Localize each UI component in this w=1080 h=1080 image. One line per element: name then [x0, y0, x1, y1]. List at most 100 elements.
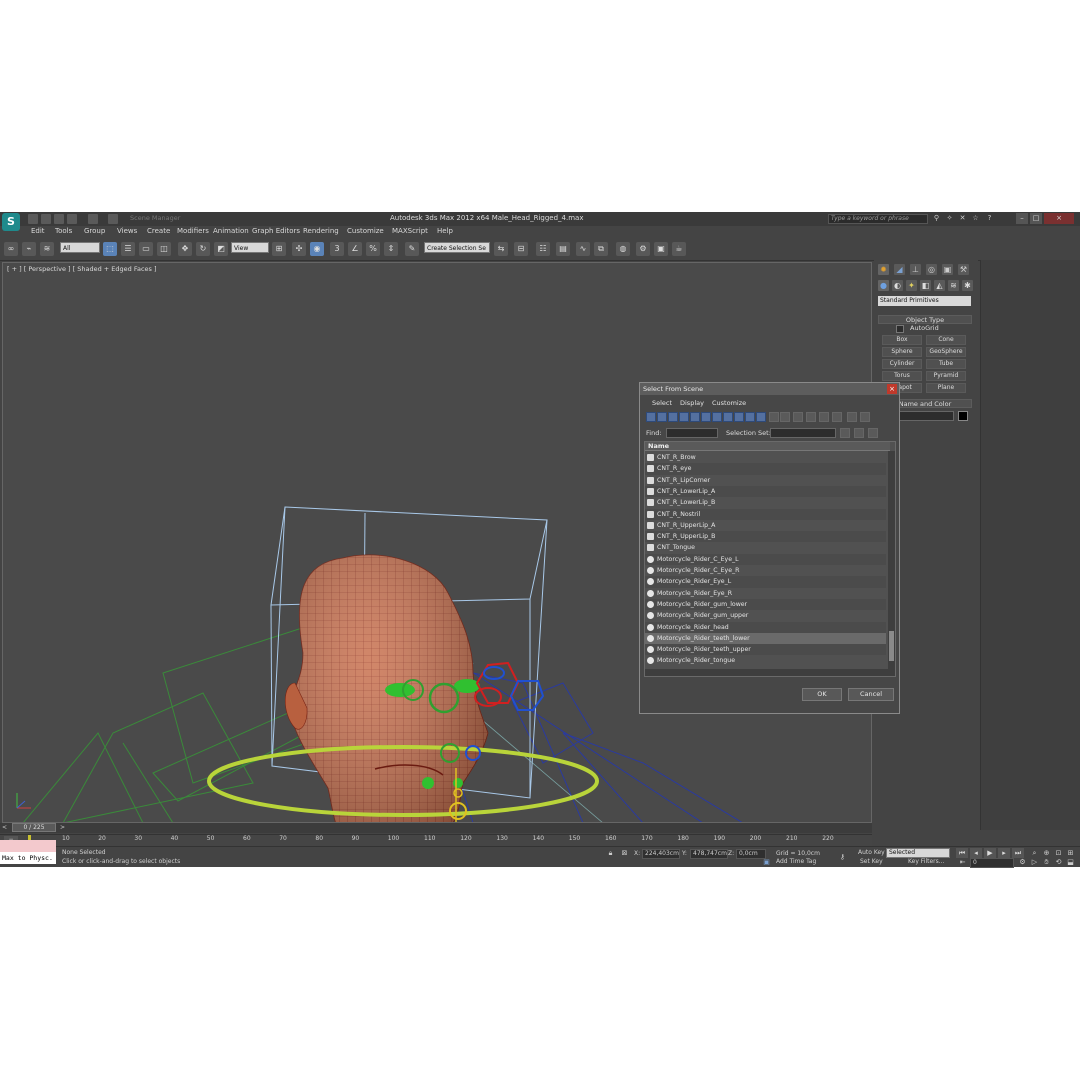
key-mode-toggle-icon[interactable]: ⇤: [958, 858, 967, 867]
list-item[interactable]: CNT_R_LipCorner: [645, 475, 886, 486]
display-groups-icon[interactable]: [712, 412, 722, 422]
list-item[interactable]: CNT_R_Brow: [645, 452, 886, 463]
plane-button[interactable]: Plane: [926, 383, 966, 393]
display-all-icon[interactable]: [769, 412, 779, 422]
display-space-warps-icon[interactable]: [701, 412, 711, 422]
display-lights-icon[interactable]: [668, 412, 678, 422]
ok-button[interactable]: OK: [802, 688, 842, 701]
move-icon[interactable]: ✥: [178, 242, 192, 256]
select-none-icon[interactable]: [819, 412, 829, 422]
rendered-frame-window-icon[interactable]: ▣: [654, 242, 668, 256]
cancel-button[interactable]: Cancel: [848, 688, 894, 701]
selection-set-dropdown[interactable]: [770, 428, 836, 438]
cone-button[interactable]: Cone: [926, 335, 966, 345]
torus-button[interactable]: Torus: [882, 371, 922, 381]
zoom-all-icon[interactable]: ⊕: [1042, 849, 1051, 858]
maximize-button[interactable]: □: [1030, 213, 1042, 224]
menu-edit[interactable]: Edit: [31, 227, 45, 235]
align-icon[interactable]: ⊟: [514, 242, 528, 256]
display-helpers-icon[interactable]: [690, 412, 700, 422]
binoculars-icon[interactable]: ⚲: [932, 214, 941, 223]
open-file-icon[interactable]: [41, 214, 51, 224]
time-prev-icon[interactable]: <: [2, 824, 7, 831]
play-icon[interactable]: ▶: [984, 848, 996, 858]
motion-tab-icon[interactable]: ◎: [926, 264, 937, 275]
zoom-extents-all-icon[interactable]: ⊞: [1066, 849, 1075, 858]
dialog-menu-select[interactable]: Select: [652, 399, 672, 407]
cylinder-button[interactable]: Cylinder: [882, 359, 922, 369]
selection-set-remove-icon[interactable]: [868, 428, 878, 438]
menu-help[interactable]: Help: [437, 227, 453, 235]
orbit-icon[interactable]: ⟲: [1054, 858, 1063, 867]
list-vertical-scrollbar[interactable]: [888, 451, 895, 669]
geometry-icon[interactable]: ●: [878, 280, 889, 291]
display-xrefs-icon[interactable]: [723, 412, 733, 422]
selection-lock-icon[interactable]: 🔒︎: [606, 849, 615, 858]
field-of-view-icon[interactable]: ▷: [1030, 858, 1039, 867]
time-configuration-icon[interactable]: ⚙: [1018, 858, 1027, 867]
select-manipulate-icon[interactable]: ✣: [292, 242, 306, 256]
display-bones-icon[interactable]: [734, 412, 744, 422]
render-production-icon[interactable]: ☕: [672, 242, 686, 256]
application-button[interactable]: S: [2, 213, 20, 231]
maximize-viewport-icon[interactable]: ⬓: [1066, 858, 1075, 867]
dialog-menu-customize[interactable]: Customize: [712, 399, 746, 407]
percent-snap-icon[interactable]: %: [366, 242, 380, 256]
minimize-button[interactable]: –: [1016, 213, 1028, 224]
menu-graph-editors[interactable]: Graph Editors: [252, 227, 300, 235]
selection-set-edit-icon[interactable]: [840, 428, 850, 438]
mirror-icon[interactable]: ⇆: [494, 242, 508, 256]
keyboard-shortcut-override-icon[interactable]: ◉: [310, 242, 324, 256]
pan-icon[interactable]: ✋︎: [1042, 858, 1051, 867]
name-column-header[interactable]: Name: [645, 442, 890, 451]
zoom-icon[interactable]: ⌕: [1030, 849, 1039, 858]
next-frame-icon[interactable]: ▸: [998, 848, 1010, 858]
time-tag-icon[interactable]: ▣: [762, 858, 771, 867]
display-shapes-icon[interactable]: [657, 412, 667, 422]
select-all-icon[interactable]: [806, 412, 816, 422]
snaps-toggle-icon[interactable]: 3: [330, 242, 344, 256]
communication-center-icon[interactable]: ✕: [958, 214, 967, 223]
selection-set-add-icon[interactable]: [854, 428, 864, 438]
find-input[interactable]: [666, 428, 718, 438]
scale-icon[interactable]: ◩: [214, 242, 228, 256]
list-item[interactable]: CNT_R_LowerLip_A: [645, 485, 886, 498]
link-icon[interactable]: ∞: [4, 242, 18, 256]
menu-modifiers[interactable]: Modifiers: [177, 227, 209, 235]
previous-frame-icon[interactable]: ◂: [970, 848, 982, 858]
modify-tab-icon[interactable]: ◢: [894, 264, 905, 275]
curve-editor-icon[interactable]: ∿: [576, 242, 590, 256]
redo-icon[interactable]: [88, 214, 98, 224]
graphite-ribbon-icon[interactable]: ▤: [556, 242, 570, 256]
menu-maxscript[interactable]: MAXScript: [392, 227, 428, 235]
display-geometry-icon[interactable]: [646, 412, 656, 422]
new-file-icon[interactable]: [28, 214, 38, 224]
time-next-icon[interactable]: >: [60, 824, 65, 831]
shapes-icon[interactable]: ◐: [892, 280, 903, 291]
list-item[interactable]: Motorcycle_Rider_gum_upper: [645, 610, 886, 621]
filter-icon[interactable]: [847, 412, 857, 422]
scrollbar-thumb[interactable]: [889, 631, 894, 661]
display-frozen-icon[interactable]: [756, 412, 766, 422]
sphere-button[interactable]: Sphere: [882, 347, 922, 357]
undo-icon[interactable]: [67, 214, 77, 224]
bind-space-warp-icon[interactable]: ≋: [40, 242, 54, 256]
select-invert-icon[interactable]: [832, 412, 842, 422]
list-item[interactable]: CNT_R_Nostril: [645, 508, 886, 520]
add-time-tag-button[interactable]: Add Time Tag: [776, 857, 816, 867]
utilities-tab-icon[interactable]: ⚒: [958, 264, 969, 275]
menu-animation[interactable]: Animation: [213, 227, 249, 235]
menu-customize[interactable]: Customize: [347, 227, 384, 235]
list-item[interactable]: Motorcycle_Rider_teeth_lower: [645, 632, 886, 645]
display-containers-icon[interactable]: [745, 412, 755, 422]
scene-object-list[interactable]: Name CNT_R_Brow CNT_R_eye CNT_R_LipCorner C…: [644, 441, 896, 677]
display-tab-icon[interactable]: ▣: [942, 264, 953, 275]
list-item[interactable]: CNT_R_UpperLip_A: [645, 520, 886, 531]
list-item[interactable]: Motorcycle_Rider_C_Eye_R: [645, 565, 886, 576]
list-item[interactable]: Motorcycle_Rider_C_Eye_L: [645, 553, 886, 565]
spinner-snap-icon[interactable]: ⇕: [384, 242, 398, 256]
helpers-icon[interactable]: ◭: [934, 280, 945, 291]
unlink-icon[interactable]: ⌁: [22, 242, 36, 256]
select-by-name-icon[interactable]: ☰: [121, 242, 135, 256]
list-item[interactable]: CNT_R_LowerLip_B: [645, 497, 886, 508]
